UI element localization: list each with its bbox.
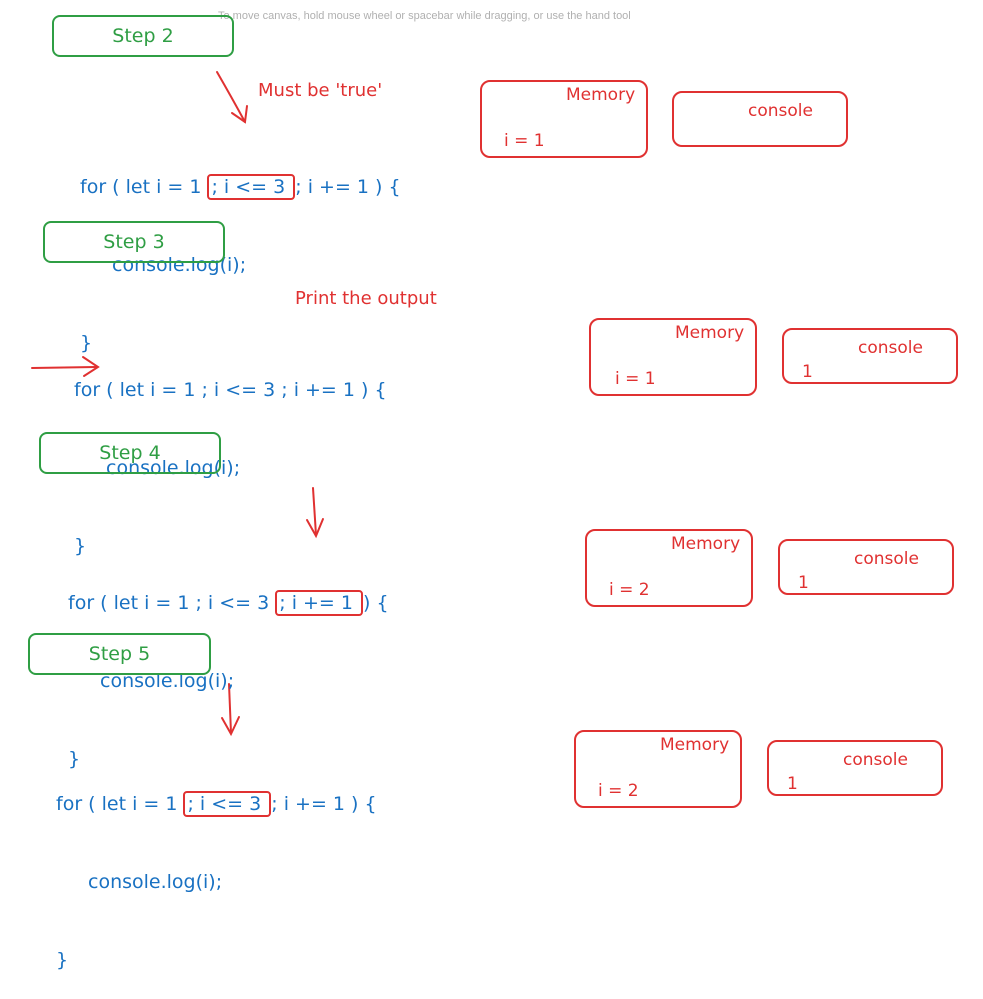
memory-value: i = 1	[615, 369, 656, 389]
memory-value: i = 1	[504, 131, 545, 151]
console-title: console	[748, 101, 813, 121]
step-5-code: for ( let i = 1 ; i <= 3 ; i += 1 ) { co…	[56, 739, 377, 999]
memory-title: Memory	[660, 735, 730, 755]
memory-value: i = 2	[598, 781, 639, 801]
condition-highlight: ; i <= 3	[207, 174, 296, 200]
step-4-console-box: console 1	[778, 539, 954, 595]
step-3-memory-box: Memory i = 1	[589, 318, 757, 396]
memory-title: Memory	[566, 85, 636, 105]
step-3-note: Print the output	[295, 288, 437, 309]
step-4-memory-box: Memory i = 2	[585, 529, 753, 607]
step-3-console-box: console 1	[782, 328, 958, 384]
step-3-label: Step 3	[43, 221, 225, 263]
increment-highlight: ; i += 1	[275, 590, 364, 616]
step-2-note: Must be 'true'	[258, 80, 383, 101]
code-line1-start: for ( let i = 1 ; i <= 3	[68, 592, 276, 614]
console-value: 1	[798, 573, 809, 593]
code-line1-start: for ( let i = 1 ; i <= 3 ; i += 1 ) {	[74, 379, 387, 401]
step-2-memory-box: Memory i = 1	[480, 80, 648, 158]
step-5-console-box: console 1	[767, 740, 943, 796]
condition-highlight: ; i <= 3	[183, 791, 272, 817]
step-2-label: Step 2	[52, 15, 234, 57]
memory-title: Memory	[671, 534, 741, 554]
code-line3: }	[56, 949, 69, 971]
console-title: console	[858, 338, 923, 358]
step-5-label: Step 5	[28, 633, 211, 675]
step-5-memory-box: Memory i = 2	[574, 730, 742, 808]
code-line1-start: for ( let i = 1	[80, 176, 208, 198]
step-4-label: Step 4	[39, 432, 221, 474]
canvas-hint: To move canvas, hold mouse wheel or spac…	[218, 10, 631, 22]
console-value: 1	[802, 362, 813, 382]
console-title: console	[854, 549, 919, 569]
code-line1-end: ; i += 1 ) {	[295, 176, 401, 198]
step-2-console-box: console	[672, 91, 848, 147]
arrow-step2	[216, 71, 246, 123]
console-value: 1	[787, 774, 798, 794]
code-line1-end: ; i += 1 ) {	[271, 793, 377, 815]
code-line1-end: ) {	[363, 592, 389, 614]
console-title: console	[843, 750, 908, 770]
memory-value: i = 2	[609, 580, 650, 600]
arrow-step2-head	[231, 105, 248, 124]
code-line2: console.log(i);	[88, 871, 223, 893]
memory-title: Memory	[675, 323, 745, 343]
code-line1-start: for ( let i = 1	[56, 793, 184, 815]
